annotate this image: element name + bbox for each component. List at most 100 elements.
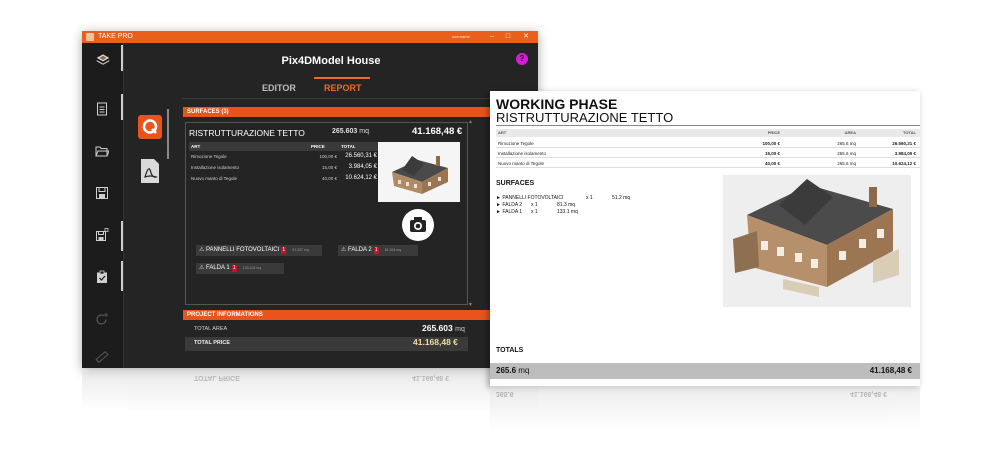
surface-item-quantity: 265.603 mq (332, 128, 369, 135)
project-title: Pix4DModel House (281, 55, 381, 67)
art-table: ART PRICE TOTAL Rimozione Tegole 100,00 … (189, 142, 379, 184)
app-reflection: TOTAL PRICE 41.168,48 € (82, 372, 538, 412)
export-pdf-button[interactable] (141, 159, 159, 183)
tools-divider (167, 109, 169, 159)
col-price: PRICE (767, 130, 780, 135)
row-total: 10.624,12 € (345, 175, 377, 181)
col-total: TOTAL (903, 130, 916, 135)
row-total: 10.624,12 € (892, 161, 916, 166)
title-bar: TAKE PRO username – □ ✕ (82, 31, 538, 43)
row-total: 3.984,05 € (894, 151, 916, 156)
surface-item-total: 41.168,48 € (412, 126, 463, 137)
row-area: 265.6 mq (837, 161, 856, 166)
chip-label: FALDA 1 (206, 265, 230, 271)
row-price: 40,00 € (321, 176, 337, 181)
surface-qty: x 1 (531, 209, 538, 215)
chip-label: PANNELLI FOTOVOLTAICI (206, 247, 280, 253)
total-area-number: 265.603 (422, 323, 453, 333)
surface-chip-falda-1[interactable]: ⚠ FALDA 1 1 133.102 mq (196, 263, 284, 274)
report-totals-price: 41.168,48 € (869, 366, 912, 375)
sidebar-marker (121, 221, 123, 251)
project-info-header: PROJECT INFORMATIONS (183, 310, 523, 320)
surfaces-header: SURFACES (3) (183, 107, 523, 117)
sidebar-active-marker (121, 45, 123, 71)
surface-qty: x 1 (531, 202, 538, 208)
reflection-area: 265.6 (496, 390, 514, 397)
surfaces-scrollbar[interactable]: ▲ ▼ (468, 119, 473, 309)
camera-button[interactable] (402, 209, 434, 241)
save-as-icon[interactable] (92, 225, 112, 245)
surface-name: ► PANNELLI FOTOVOLTAICI (496, 195, 564, 201)
clipboard-icon[interactable] (92, 267, 112, 287)
surface-item-quantity-value: 265.603 (332, 128, 358, 135)
total-area-value: 265.603 mq (422, 323, 465, 333)
help-button[interactable]: ? (516, 53, 528, 65)
ruler-icon[interactable] (92, 347, 112, 367)
table-row[interactable]: Rimozione Tegole 100,00 € 26.560,31 € (189, 151, 379, 162)
table-row[interactable]: Nuovo manto di Tegole 40,00 € 10.624,12 … (189, 173, 379, 184)
row-area: 265.6 mq (837, 141, 856, 146)
row-art: Installazione isolamento (191, 165, 240, 170)
table-row: Installazione isolamento 15,00 € 265.6 m… (496, 149, 920, 158)
row-total: 3.984,05 € (348, 164, 377, 170)
total-area-unit: mq (455, 326, 465, 333)
surface-name: ► FALDA 1 (496, 209, 523, 215)
close-button[interactable]: ✕ (520, 31, 532, 43)
app-logo-icon (86, 33, 94, 41)
username: username (452, 34, 470, 39)
scroll-down-icon[interactable]: ▼ (468, 302, 473, 308)
pdf-icon (141, 159, 159, 183)
refresh-add-icon[interactable] (92, 309, 112, 329)
surface-type-icon: ⚠ (199, 265, 205, 271)
surface-area: 133.1 mq (557, 209, 578, 215)
row-area: 265.6 mq (837, 151, 856, 156)
quote-button[interactable] (138, 115, 162, 139)
chip-label: FALDA 2 (348, 247, 372, 253)
row-price: 100,00 € (319, 154, 337, 159)
house-model-image (392, 156, 448, 194)
chip-area: 81.264 mq (384, 248, 402, 252)
tab-report-indicator (314, 77, 370, 79)
folder-open-icon[interactable] (92, 141, 112, 161)
report-totals-area-value: 265.6 (496, 366, 517, 375)
surface-chip-falda-2[interactable]: ⚠ FALDA 2 1 81.264 mq (338, 245, 418, 256)
row-total: 26.560,31 € (345, 153, 377, 159)
surface-type-icon: ⚠ (341, 247, 347, 253)
reflection-label: TOTAL PRICE (194, 374, 240, 381)
row-total: 26.560,31 € (892, 141, 916, 146)
surface-qty: x 1 (586, 195, 593, 201)
surface-type-icon: ⚠ (199, 247, 205, 253)
sidebar (82, 43, 124, 368)
chip-count: 1 (373, 247, 379, 254)
chip-count: 1 (231, 265, 237, 272)
house-model-image (723, 175, 911, 307)
report-totals-unit: mq (518, 366, 530, 375)
minimize-button[interactable]: – (486, 31, 498, 43)
tab-editor[interactable]: EDITOR (262, 83, 296, 93)
chip-area: 51.237 mq (292, 248, 309, 252)
layers-logo-icon[interactable] (92, 49, 114, 71)
row-price: 15,00 € (321, 165, 337, 170)
tab-report[interactable]: REPORT (324, 83, 362, 93)
col-total: TOTAL (341, 144, 356, 149)
sidebar-marker (121, 94, 123, 120)
report-subtitle: RISTRUTTURAZIONE TETTO (496, 110, 674, 125)
reflection-value: 41.168,48 € (412, 374, 449, 381)
table-row: Nuovo manto di Tegole 40,00 € 265.6 mq 1… (496, 159, 920, 168)
scroll-up-icon[interactable]: ▲ (468, 119, 473, 125)
surface-chip-pannelli[interactable]: ⚠ PANNELLI FOTOVOLTAICI 1 51.237 mq (196, 245, 322, 256)
house-thumbnail[interactable] (378, 142, 460, 202)
sidebar-marker (121, 261, 123, 291)
document-icon[interactable] (92, 99, 112, 119)
row-price: 15,00 € (764, 151, 780, 156)
col-area: AREA (844, 130, 856, 135)
col-art: ART (498, 130, 507, 135)
row-price: 100,00 € (762, 141, 780, 146)
save-icon[interactable] (92, 183, 112, 203)
table-row[interactable]: Installazione isolamento 15,00 € 3.984,0… (189, 162, 379, 173)
row-art: Rimozione Tegole (498, 141, 534, 146)
col-price: PRICE (311, 144, 325, 149)
quote-icon (142, 119, 158, 134)
maximize-button[interactable]: □ (502, 31, 514, 43)
row-art: Rimozione Tegole (191, 154, 227, 159)
